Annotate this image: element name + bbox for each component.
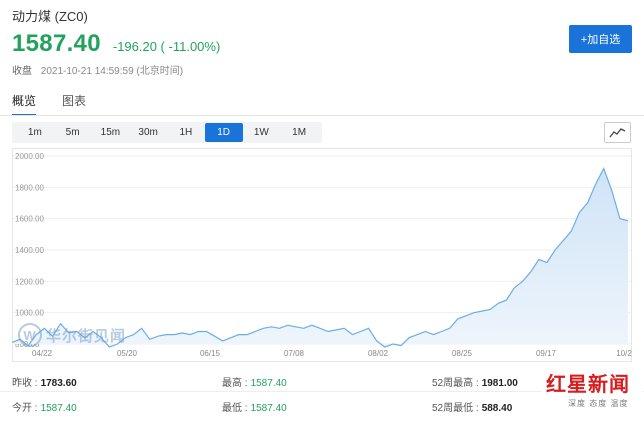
y-tick-label: 1200.00 (15, 277, 44, 286)
price-change: -196.20 ( -11.00%) (112, 39, 221, 54)
range-1m[interactable]: 1m (16, 122, 54, 143)
y-tick-label: 1600.00 (15, 215, 44, 224)
add-to-watchlist-button[interactable]: +加自选 (569, 25, 632, 53)
last-price: 1587.40 (12, 30, 101, 57)
x-tick-label: 05/20 (117, 349, 138, 358)
hongxing-news-watermark: 红星新闻 深度 态度 温度 (542, 372, 642, 416)
x-tick-label: 08/25 (452, 349, 473, 358)
stat-52w-high: 52周最高 :1981.00 (432, 374, 518, 389)
range-15m[interactable]: 15m (92, 122, 130, 143)
range-1mo[interactable]: 1M (280, 122, 318, 143)
market-status: 收盘 2021-10-21 14:59:59 (北京时间) (12, 62, 183, 77)
stat-label: 今开 : (12, 403, 38, 414)
stat-prev-close: 昨收 :1783.60 (12, 374, 77, 389)
stat-open: 今开 :1587.40 (12, 399, 77, 414)
stat-52w-low: 52周最低 :588.40 (432, 399, 512, 414)
stat-value: 1981.00 (481, 378, 518, 389)
x-tick-label: 09/17 (536, 349, 557, 358)
status-label: 收盘 (12, 66, 32, 77)
view-tabs: 概览 图表 (12, 92, 112, 116)
line-chart-icon (609, 128, 626, 138)
price-row: 1587.40 -196.20 ( -11.00%) (12, 30, 220, 58)
x-tick-label: 10/2 (616, 349, 632, 358)
tab-divider (0, 115, 644, 116)
hongxing-news-logo: 红星新闻 (546, 374, 630, 396)
range-1w[interactable]: 1W (243, 122, 281, 143)
y-tick-label: 1800.00 (15, 183, 44, 192)
tab-overview[interactable]: 概览 (12, 92, 37, 116)
range-1d[interactable]: 1D (204, 123, 243, 142)
x-tick-label: 08/02 (368, 349, 389, 358)
stat-label: 52周最高 : (432, 378, 479, 389)
hongxing-news-tagline: 深度 态度 温度 (568, 399, 629, 408)
chart-type-button[interactable] (604, 122, 631, 143)
range-1h[interactable]: 1H (167, 122, 205, 143)
wallstreetcn-logo-icon: W (18, 323, 42, 347)
stat-value: 1587.40 (40, 403, 77, 414)
status-timestamp: 2021-10-21 14:59:59 (北京时间) (40, 66, 184, 77)
stat-label: 昨收 : (12, 378, 38, 389)
stat-value: 1783.60 (40, 378, 77, 389)
stat-label: 52周最低 : (432, 403, 479, 414)
stat-high: 最高 :1587.40 (222, 374, 287, 389)
x-tick-label: 04/22 (32, 349, 53, 358)
wallstreetcn-watermark: W 华尔街见闻 (18, 323, 126, 347)
range-30m[interactable]: 30m (129, 122, 167, 143)
stat-label: 最低 : (222, 403, 248, 414)
instrument-title: 动力煤 (ZC0) (12, 9, 88, 24)
stat-value: 1587.40 (250, 378, 287, 389)
x-tick-label: 07/08 (284, 349, 305, 358)
x-tick-label: 06/15 (200, 349, 221, 358)
range-5m[interactable]: 5m (54, 122, 92, 143)
time-range-selector: 1m 5m 15m 30m 1H 1D 1W 1M (12, 122, 322, 143)
y-tick-label: 1000.00 (15, 309, 44, 318)
y-tick-label: 2000.00 (15, 152, 44, 161)
wallstreetcn-watermark-text: 华尔街见闻 (46, 327, 127, 345)
stat-low: 最低 :1587.40 (222, 399, 287, 414)
tab-chart[interactable]: 图表 (62, 92, 86, 116)
stat-label: 最高 : (222, 378, 248, 389)
stat-value: 1587.40 (250, 403, 287, 414)
y-tick-label: 1400.00 (15, 246, 44, 255)
stat-value: 588.40 (481, 403, 513, 414)
